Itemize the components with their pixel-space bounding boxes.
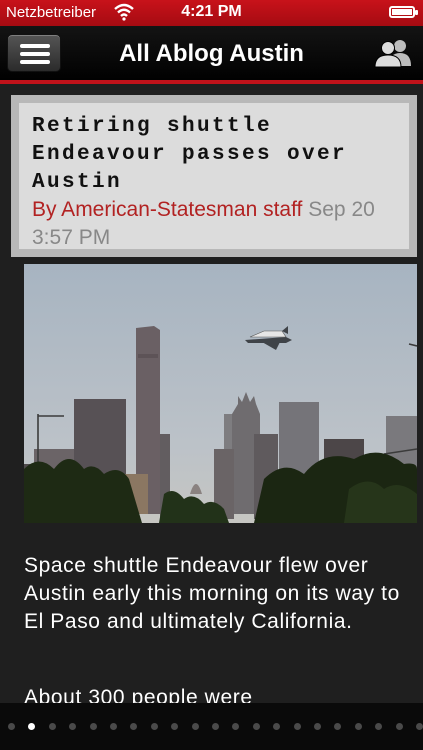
article-author[interactable]: By American-Statesman staff (32, 198, 302, 221)
page-dot[interactable] (252, 723, 260, 730)
page-indicator-bar (0, 703, 423, 750)
nav-divider (0, 80, 423, 84)
page-dot[interactable] (395, 723, 403, 730)
page-dot[interactable] (48, 723, 56, 730)
page-dot[interactable] (130, 723, 138, 730)
people-icon[interactable] (373, 38, 415, 68)
article-headline: Retiring shuttle Endeavour passes over A… (32, 115, 348, 194)
nav-bar: All Ablog Austin (0, 26, 423, 82)
page-dot[interactable] (28, 723, 36, 730)
article-paragraph: Space shuttle Endeavour flew over Austin… (24, 554, 400, 633)
page-title: All Ablog Austin (119, 40, 304, 67)
article-header-card: Retiring shuttle Endeavour passes over A… (11, 95, 417, 257)
page-dot[interactable] (89, 723, 97, 730)
page-dot[interactable] (150, 723, 158, 730)
page-dot[interactable] (293, 723, 301, 730)
page-dot[interactable] (334, 723, 342, 730)
battery-icon (389, 6, 418, 18)
page-dot[interactable] (8, 723, 15, 730)
page-dot[interactable] (375, 723, 383, 730)
page-dot[interactable] (212, 723, 219, 730)
article-header-panel: Retiring shuttle Endeavour passes over A… (19, 103, 409, 249)
page-dot[interactable] (191, 723, 199, 730)
page-dot[interactable] (171, 723, 179, 730)
page-dot[interactable] (69, 723, 77, 730)
page-dot[interactable] (273, 723, 281, 730)
page-dot[interactable] (354, 723, 362, 730)
status-bar: Netzbetreiber 4:21 PM (0, 0, 423, 26)
page-dot[interactable] (110, 723, 117, 730)
page-dots[interactable] (0, 723, 423, 731)
status-time: 4:21 PM (181, 3, 242, 20)
article-photo (24, 264, 417, 523)
page-dot[interactable] (314, 723, 321, 730)
page-dot[interactable] (232, 723, 240, 730)
page-dot[interactable] (416, 723, 423, 730)
article-byline: By American-Statesman staff Sep 20 3:57 … (32, 196, 412, 252)
